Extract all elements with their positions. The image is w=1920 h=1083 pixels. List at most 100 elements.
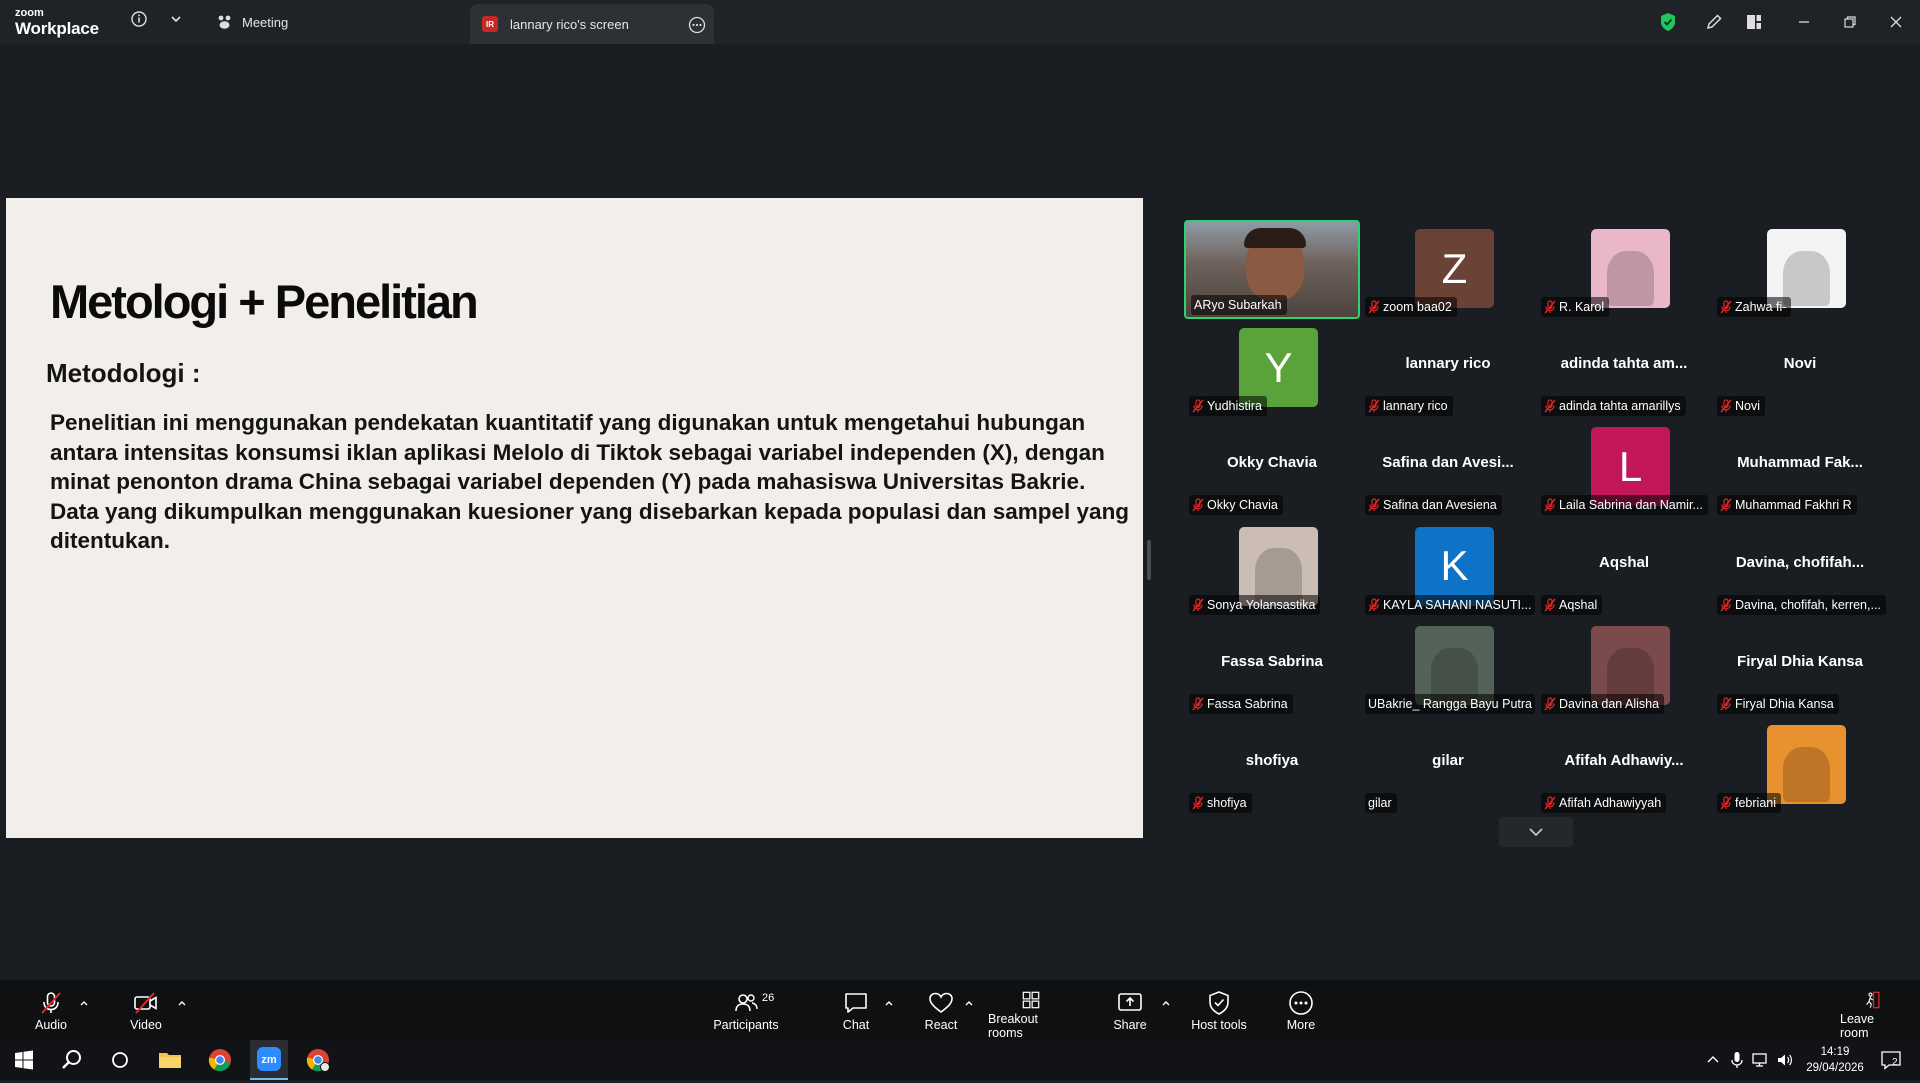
breakout-rooms-button[interactable]: Breakout rooms: [988, 980, 1074, 1040]
participant-name: ARyo Subarkah: [1194, 298, 1282, 312]
participant-tile[interactable]: L Laila Sabrina dan Namir...: [1536, 418, 1712, 517]
participant-display-name: gilar: [1432, 752, 1464, 769]
participant-tile[interactable]: Firyal Dhia Kansa Firyal Dhia Kansa: [1712, 617, 1888, 716]
participant-tile[interactable]: adinda tahta am... adinda tahta amarillys: [1536, 319, 1712, 418]
participant-name-label: gilar: [1365, 793, 1397, 813]
security-shield-icon[interactable]: [1658, 12, 1678, 32]
participant-tile[interactable]: Davina, chofifah... Davina, chofifah, ker…: [1712, 518, 1888, 617]
video-options-caret-icon[interactable]: [176, 998, 188, 1008]
restore-icon[interactable]: [1840, 12, 1860, 32]
split-resize-handle[interactable]: [1147, 540, 1151, 580]
audio-options-caret-icon[interactable]: [78, 998, 90, 1008]
notification-center-button[interactable]: 2: [1880, 1049, 1902, 1071]
tray-volume-icon[interactable]: [1776, 1052, 1794, 1068]
participant-tile[interactable]: Sonya Yolansastika: [1184, 518, 1360, 617]
share-label: Share: [1113, 1018, 1147, 1032]
react-label: React: [924, 1018, 958, 1032]
chat-button[interactable]: Chat: [840, 980, 872, 1040]
view-layout-icon[interactable]: [1744, 12, 1764, 32]
mic-muted-icon: [1544, 796, 1556, 810]
participant-display-name: Afifah Adhawiy...: [1564, 752, 1684, 769]
search-icon[interactable]: [58, 1046, 86, 1074]
tray-expand-icon[interactable]: [1706, 1054, 1720, 1066]
mic-muted-icon: [1720, 697, 1732, 711]
participant-tile[interactable]: Safina dan Avesi... Safina dan Avesiena: [1360, 418, 1536, 517]
participant-tile[interactable]: Muhammad Fak... Muhammad Fakhri R: [1712, 418, 1888, 517]
chat-options-caret-icon[interactable]: [883, 998, 895, 1008]
participant-tile[interactable]: febriani: [1712, 716, 1888, 815]
tray-network-icon[interactable]: [1752, 1052, 1770, 1068]
mic-muted-icon: [1720, 399, 1732, 413]
participant-tile[interactable]: R. Karol: [1536, 220, 1712, 319]
mic-muted-icon: [1368, 300, 1380, 314]
participant-tile[interactable]: Davina dan Alisha: [1536, 617, 1712, 716]
breakout-rooms-icon: [1022, 991, 1040, 1009]
more-options-icon[interactable]: [688, 16, 706, 34]
participant-tile[interactable]: Okky Chavia Okky Chavia: [1184, 418, 1360, 517]
info-icon[interactable]: [130, 10, 148, 28]
task-view-icon[interactable]: [106, 1046, 134, 1074]
leave-room-button[interactable]: Leave room: [1840, 980, 1904, 1040]
participant-tile[interactable]: Zahwa fi-: [1712, 220, 1888, 319]
tab-shared-screen[interactable]: IR lannary rico's screen: [470, 4, 714, 44]
notification-count: 2: [1892, 1057, 1898, 1068]
video-label: Video: [130, 1018, 162, 1032]
participant-tile[interactable]: lannary rico lannary rico: [1360, 319, 1536, 418]
share-button[interactable]: Share: [1112, 980, 1148, 1040]
mic-muted-icon: [1544, 697, 1556, 711]
zoom-taskbar-app[interactable]: zm: [250, 1040, 288, 1080]
participant-tile[interactable]: UBakrie_ Rangga Bayu Putra: [1360, 617, 1536, 716]
tab-meeting[interactable]: Meeting: [216, 8, 288, 36]
share-screen-icon: [1118, 993, 1142, 1011]
participant-name-label: Afifah Adhawiyyah: [1541, 793, 1667, 813]
chrome-profile-icon[interactable]: [304, 1046, 332, 1074]
annotate-pencil-icon[interactable]: [1704, 12, 1724, 32]
participant-tile[interactable]: Novi Novi: [1712, 319, 1888, 418]
audio-button[interactable]: Audio: [35, 980, 67, 1040]
more-button[interactable]: More: [1286, 980, 1316, 1040]
host-tools-button[interactable]: Host tools: [1191, 980, 1247, 1040]
participant-display-name: lannary rico: [1405, 355, 1491, 373]
more-label: More: [1286, 1018, 1316, 1032]
participant-tile[interactable]: shofiya shofiya: [1184, 716, 1360, 815]
video-button[interactable]: Video: [126, 980, 166, 1040]
participant-name-label: febriani: [1717, 793, 1781, 813]
chrome-icon[interactable]: [206, 1046, 234, 1074]
participant-tile[interactable]: ARyo Subarkah: [1184, 220, 1360, 319]
chevron-down-icon[interactable]: [169, 13, 183, 25]
participant-tile[interactable]: Aqshal Aqshal: [1536, 518, 1712, 617]
participant-tile[interactable]: K KAYLA SAHANI NASUTI...: [1360, 518, 1536, 617]
participant-name-label: adinda tahta amarillys: [1541, 396, 1686, 417]
participant-tile[interactable]: Zzoom baa02: [1360, 220, 1536, 319]
participant-name-label: Novi: [1717, 396, 1766, 417]
svg-text:zm: zm: [261, 1054, 277, 1066]
video-off-icon: [134, 992, 157, 1014]
participant-tile[interactable]: Fassa Sabrina Fassa Sabrina: [1184, 617, 1360, 716]
leave-room-label: Leave room: [1840, 1012, 1875, 1040]
participant-name: Sonya Yolansastika: [1207, 597, 1316, 612]
minimize-icon[interactable]: [1794, 12, 1814, 32]
breakout-rooms-label: Breakout rooms: [988, 1012, 1039, 1040]
slide-subtitle: Metodologi :: [46, 358, 201, 388]
gallery-scroll-down-button[interactable]: [1499, 817, 1573, 847]
participant-display-name: Novi: [1783, 355, 1817, 373]
participants-button[interactable]: Participants: [710, 980, 782, 1040]
file-explorer-icon[interactable]: [156, 1046, 184, 1074]
windows-start-icon[interactable]: [10, 1046, 38, 1074]
mic-muted-icon: [1192, 697, 1204, 711]
participant-tile[interactable]: Afifah Adhawiy... Afifah Adhawiyyah: [1536, 716, 1712, 815]
avatar-silhouette: [1606, 250, 1655, 307]
mic-muted-icon: [1368, 399, 1380, 413]
participant-name: zoom baa02: [1383, 300, 1452, 314]
participant-tile[interactable]: Y Yudhistira: [1184, 319, 1360, 418]
participant-tile[interactable]: gilar gilar: [1360, 716, 1536, 815]
share-options-caret-icon[interactable]: [1160, 998, 1172, 1008]
close-icon[interactable]: [1886, 12, 1906, 32]
notification-icon: [1881, 1051, 1901, 1070]
tray-mic-icon[interactable]: [1730, 1051, 1744, 1069]
react-options-caret-icon[interactable]: [963, 998, 975, 1008]
mic-muted-icon: [1192, 597, 1204, 612]
tray-clock[interactable]: 14:19 29/04/2026: [1800, 1044, 1870, 1076]
more-dots-icon: [1289, 991, 1313, 1015]
react-button[interactable]: React: [922, 980, 960, 1040]
